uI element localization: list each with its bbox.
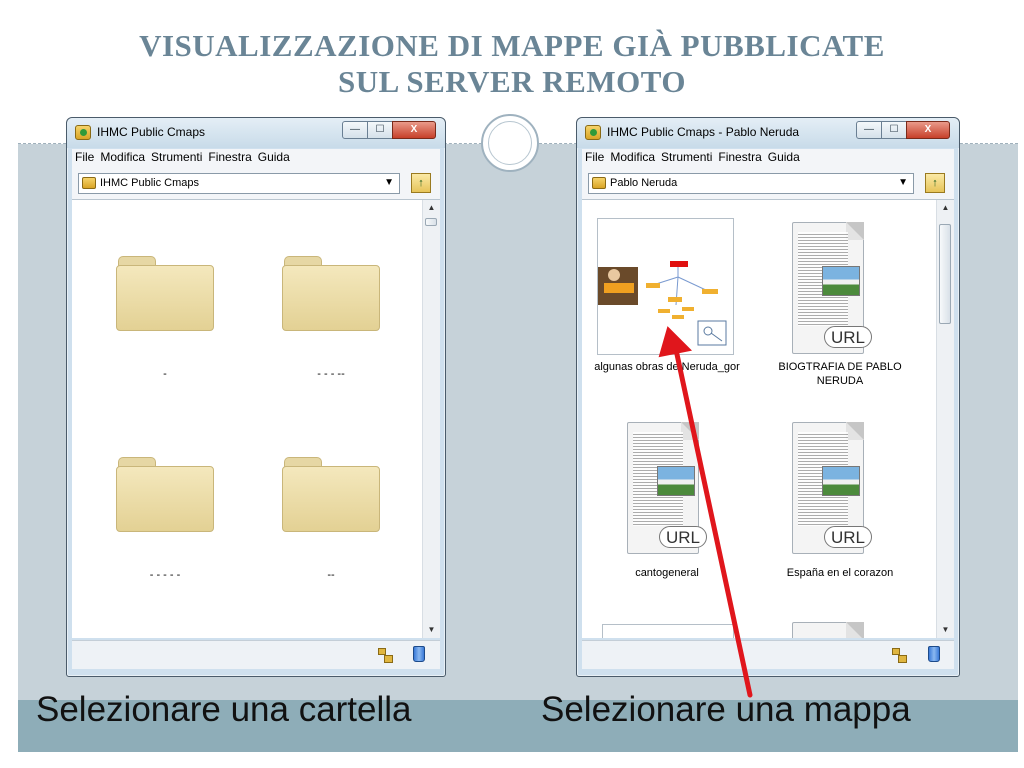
menu-strumenti[interactable]: Strumenti bbox=[148, 149, 205, 165]
left-window-titlebar[interactable]: IHMC Public Cmaps — ☐ X bbox=[67, 118, 445, 148]
menu-strumenti[interactable]: Strumenti bbox=[658, 149, 715, 165]
tree-view-icon[interactable] bbox=[377, 647, 393, 663]
left-statusbar bbox=[72, 640, 440, 669]
menu-modifica[interactable]: Modifica bbox=[97, 149, 148, 165]
scroll-up-arrow[interactable]: ▲ bbox=[937, 200, 954, 216]
right-window: IHMC Public Cmaps - Pablo Neruda — ☐ X F… bbox=[576, 117, 960, 677]
decorative-circle bbox=[481, 114, 539, 172]
url-label[interactable]: cantogeneral bbox=[582, 566, 752, 580]
folder-label[interactable]: - - - - - bbox=[85, 569, 245, 581]
location-dropdown[interactable]: IHMC Public Cmaps ▼ bbox=[78, 173, 400, 194]
right-menubar: File Modifica Strumenti Finestra Guida bbox=[582, 149, 954, 167]
slide-title-line2: SUL SERVER REMOTO bbox=[338, 64, 686, 99]
caption-right: Selezionare una mappa bbox=[541, 690, 911, 729]
trash-icon[interactable] bbox=[928, 646, 940, 662]
scroll-up-arrow[interactable]: ▲ bbox=[423, 200, 440, 216]
tree-view-icon[interactable] bbox=[891, 647, 907, 663]
folder-icon[interactable] bbox=[116, 457, 214, 533]
caption-left: Selezionare una cartella bbox=[36, 690, 412, 729]
cmap-label[interactable]: algunas obras de Neruda_gor bbox=[582, 360, 752, 374]
menu-finestra[interactable]: Finestra bbox=[715, 149, 764, 165]
trash-icon[interactable] bbox=[413, 646, 425, 662]
folder-label[interactable]: - - - -- bbox=[251, 368, 411, 380]
right-window-title: IHMC Public Cmaps - Pablo Neruda bbox=[607, 125, 800, 139]
slide-title-line1: VISUALIZZAZIONE DI MAPPE GIÀ PUBBLICATE bbox=[139, 28, 885, 63]
scroll-thumb[interactable] bbox=[425, 218, 437, 226]
left-menubar: File Modifica Strumenti Finestra Guida bbox=[72, 149, 440, 167]
scroll-down-arrow[interactable]: ▼ bbox=[423, 622, 440, 638]
cmap-app-icon bbox=[75, 125, 91, 140]
chevron-down-icon[interactable]: ▼ bbox=[898, 177, 908, 188]
up-folder-button[interactable]: ↑ bbox=[925, 173, 945, 193]
menu-file[interactable]: File bbox=[72, 149, 97, 165]
scroll-down-arrow[interactable]: ▼ bbox=[937, 622, 954, 638]
cmap-thumbnail[interactable] bbox=[597, 218, 734, 355]
location-dropdown[interactable]: Pablo Neruda ▼ bbox=[588, 173, 914, 194]
concept-map-preview bbox=[598, 261, 727, 346]
slide-title: VISUALIZZAZIONE DI MAPPE GIÀ PUBBLICATE … bbox=[0, 28, 1024, 100]
partial-item[interactable] bbox=[602, 624, 734, 638]
url-badge: URL bbox=[824, 526, 872, 548]
right-toolbar: Pablo Neruda ▼ ↑ bbox=[582, 167, 954, 200]
location-dropdown-value: Pablo Neruda bbox=[610, 177, 678, 189]
folder-icon[interactable] bbox=[282, 256, 380, 332]
up-folder-button[interactable]: ↑ bbox=[411, 173, 431, 193]
folder-app-icon bbox=[585, 125, 601, 140]
url-badge: URL bbox=[659, 526, 707, 548]
minimize-button[interactable]: — bbox=[342, 121, 368, 139]
folder-icon[interactable] bbox=[116, 256, 214, 332]
cmap-folder-icon bbox=[82, 177, 96, 189]
menu-guida[interactable]: Guida bbox=[255, 149, 293, 165]
right-content-pane: algunas obras de Neruda_gor URL BIOGTRAF… bbox=[582, 200, 954, 638]
left-window: IHMC Public Cmaps — ☐ X File Modifica Stru… bbox=[66, 117, 446, 677]
folder-label[interactable]: - bbox=[85, 368, 245, 380]
url-document-icon[interactable]: URL bbox=[792, 222, 872, 354]
right-statusbar bbox=[582, 640, 954, 669]
close-button[interactable]: X bbox=[906, 121, 950, 139]
folder-icon bbox=[592, 177, 606, 189]
maximize-button[interactable]: ☐ bbox=[881, 121, 907, 139]
right-window-titlebar[interactable]: IHMC Public Cmaps - Pablo Neruda — ☐ X bbox=[577, 118, 959, 148]
folder-label[interactable]: -- bbox=[251, 569, 411, 581]
left-window-title: IHMC Public Cmaps bbox=[97, 125, 206, 139]
url-document-icon[interactable]: URL bbox=[792, 422, 872, 554]
url-document-icon[interactable]: URL bbox=[627, 422, 707, 554]
menu-finestra[interactable]: Finestra bbox=[205, 149, 254, 165]
scroll-thumb[interactable] bbox=[939, 224, 951, 324]
left-content-pane: - - - - -- - - - - - -- ▲ ▼ bbox=[72, 200, 440, 638]
folder-icon[interactable] bbox=[282, 457, 380, 533]
location-dropdown-value: IHMC Public Cmaps bbox=[100, 177, 200, 189]
url-badge: URL bbox=[824, 326, 872, 348]
chevron-down-icon[interactable]: ▼ bbox=[384, 177, 394, 188]
maximize-button[interactable]: ☐ bbox=[367, 121, 393, 139]
url-label[interactable]: España en el corazon bbox=[755, 566, 925, 580]
minimize-button[interactable]: — bbox=[856, 121, 882, 139]
menu-file[interactable]: File bbox=[582, 149, 607, 165]
url-document-icon[interactable] bbox=[792, 622, 864, 638]
menu-modifica[interactable]: Modifica bbox=[607, 149, 658, 165]
close-button[interactable]: X bbox=[392, 121, 436, 139]
menu-guida[interactable]: Guida bbox=[765, 149, 803, 165]
vertical-scrollbar[interactable]: ▲ ▼ bbox=[936, 200, 954, 638]
url-label[interactable]: BIOGTRAFIA DE PABLO NERUDA bbox=[755, 360, 925, 388]
vertical-scrollbar[interactable]: ▲ ▼ bbox=[422, 200, 440, 638]
left-toolbar: IHMC Public Cmaps ▼ ↑ bbox=[72, 167, 440, 200]
